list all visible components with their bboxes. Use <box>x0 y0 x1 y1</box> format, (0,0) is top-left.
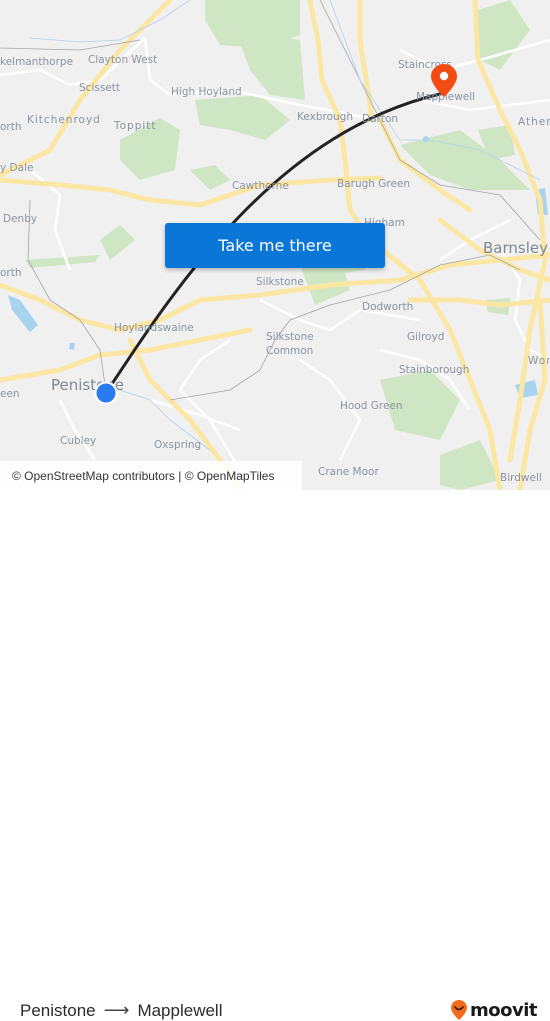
place-label-darton: Darton <box>362 113 399 125</box>
place-label-orth-1: orth <box>0 121 22 133</box>
place-label-dodworth: Dodworth <box>362 301 414 313</box>
place-label-cubley: Cubley <box>60 435 97 447</box>
place-label-high-hoyland: High Hoyland <box>171 86 242 98</box>
map[interactable]: kelmanthorpe Clayton West Scissett High Hoy… <box>0 0 550 490</box>
moovit-pin-icon <box>451 1000 467 1020</box>
moovit-wordmark: moovit <box>470 999 538 1021</box>
destination-name: Mapplewell <box>137 1000 223 1020</box>
place-label-oxspring: Oxspring <box>154 439 202 451</box>
place-label-silkstone-common-2: Common <box>266 345 314 357</box>
place-label-clayton-west: Clayton West <box>88 54 158 66</box>
place-label-birdwell: Birdwell <box>500 472 542 484</box>
place-label-barnsley: Barnsley <box>483 239 548 257</box>
place-label-gilroyd: Gilroyd <box>407 331 445 343</box>
place-label-scissett: Scissett <box>79 82 120 94</box>
place-label-dale: y Dale <box>0 162 34 174</box>
place-label-silkstone: Silkstone <box>256 276 304 288</box>
place-label-kitchenroyd: Kitchenroyd <box>27 114 101 126</box>
origin-marker-icon[interactable] <box>94 381 118 405</box>
place-label-worsbrough: Wor <box>528 355 550 367</box>
place-label-orth-2: orth <box>0 267 22 279</box>
place-label-cawthorne: Cawthorne <box>232 180 289 192</box>
place-label-crane-moor: Crane Moor <box>318 466 379 478</box>
place-label-silkstone-common-1: Silkstone <box>266 331 314 343</box>
route-summary: Penistone ⟶ Mapplewell <box>20 1000 222 1021</box>
map-attribution[interactable]: © OpenStreetMap contributors | © OpenMap… <box>0 461 302 490</box>
place-label-hood-green: Hood Green <box>340 400 403 412</box>
place-label-een: een <box>0 388 20 400</box>
place-label-hoylandswaine: Hoylandswaine <box>114 322 194 334</box>
origin-name: Penistone <box>20 1000 96 1020</box>
place-label-barugh-green: Barugh Green <box>337 178 411 190</box>
place-label-stainborough: Stainborough <box>399 364 470 376</box>
moovit-logo[interactable]: moovit <box>450 999 538 1021</box>
arrow-right-icon: ⟶ <box>103 1000 130 1020</box>
place-label-denby: Denby <box>3 213 38 225</box>
footer: Penistone ⟶ Mapplewell moovit <box>0 490 550 1021</box>
place-label-toppitt: Toppitt <box>114 120 157 132</box>
place-label-kelmanthorpe: kelmanthorpe <box>0 56 74 68</box>
place-label-kexbrough: Kexbrough <box>297 111 354 123</box>
place-label-athersley: Athersley <box>518 116 550 128</box>
destination-pin-icon[interactable] <box>430 63 458 99</box>
take-me-there-button[interactable]: Take me there <box>165 223 385 268</box>
